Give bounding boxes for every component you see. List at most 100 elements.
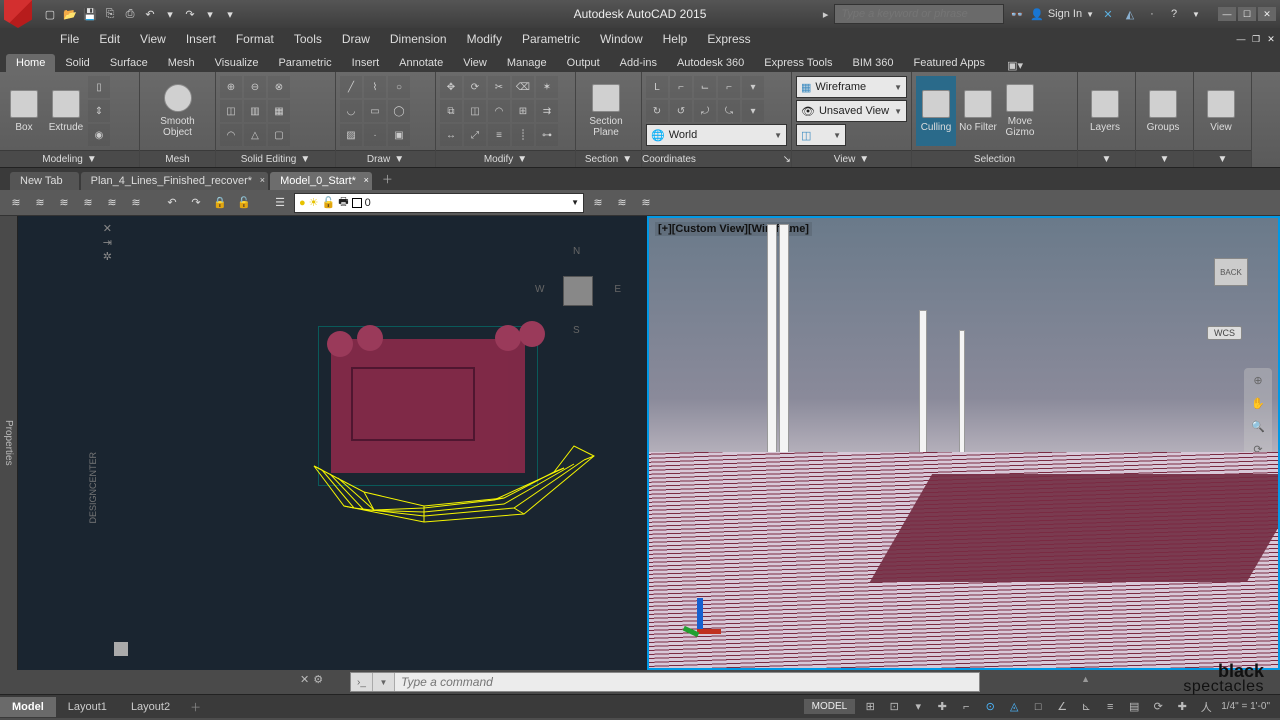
viewcube-face[interactable] xyxy=(563,276,593,306)
ellipse-icon[interactable]: ◯ xyxy=(388,100,410,122)
layerstate-icon[interactable]: ≋ xyxy=(6,193,26,213)
close-icon[interactable]: × xyxy=(260,175,265,185)
app-logo[interactable] xyxy=(4,0,32,28)
viewport-right[interactable]: [+][Custom View][Wireframe] BACK WCS ⊕ ✋… xyxy=(647,216,1280,670)
layerfrz-icon[interactable]: ≋ xyxy=(54,193,74,213)
help-drop-icon[interactable]: ▼ xyxy=(1188,6,1204,22)
qat-undo-drop-icon[interactable]: ▾ xyxy=(162,6,178,22)
infer-icon[interactable]: ▾ xyxy=(909,698,927,716)
fillet2-icon[interactable]: ◠ xyxy=(488,100,510,122)
trim-icon[interactable]: ✂ xyxy=(488,76,510,98)
viewport-left[interactable]: ✕ ⇥ ✲ DESIGNCENTER N S E W xyxy=(18,216,647,670)
wcs-badge[interactable]: WCS xyxy=(1207,326,1242,340)
minimize-button[interactable]: — xyxy=(1218,7,1236,21)
ortho-icon[interactable]: ⌐ xyxy=(957,698,975,716)
snap-icon[interactable]: ⊡ xyxy=(885,698,903,716)
ucs8-icon[interactable]: ⤾ xyxy=(694,100,716,122)
tab-addins[interactable]: Add-ins xyxy=(610,54,667,72)
tab-parametric[interactable]: Parametric xyxy=(268,54,341,72)
tab-mesh[interactable]: Mesh xyxy=(158,54,205,72)
close-button[interactable]: ✕ xyxy=(1258,7,1276,21)
layeriso-icon[interactable]: ≋ xyxy=(30,193,50,213)
menu-insert[interactable]: Insert xyxy=(176,29,226,49)
mirror-icon[interactable]: ◫ xyxy=(464,100,486,122)
command-history-icon[interactable]: ▼ xyxy=(373,673,395,691)
menu-tools[interactable]: Tools xyxy=(284,29,332,49)
imprint-icon[interactable]: ▦ xyxy=(268,100,290,122)
command-input[interactable] xyxy=(395,675,979,689)
tab-manage[interactable]: Manage xyxy=(497,54,557,72)
otrack-icon[interactable]: ⊾ xyxy=(1077,698,1095,716)
menu-edit[interactable]: Edit xyxy=(89,29,130,49)
panel-section-label[interactable]: Section xyxy=(585,154,618,165)
box-button[interactable]: Box xyxy=(4,76,44,146)
cmdline-expand-icon[interactable]: ▲ xyxy=(1081,674,1090,684)
doc-minimize-button[interactable]: — xyxy=(1234,33,1248,45)
line-icon[interactable]: ╱ xyxy=(340,76,362,98)
menu-modify[interactable]: Modify xyxy=(457,29,512,49)
file-tab-model0[interactable]: Model_0_Start*× xyxy=(270,172,372,190)
presspull-icon[interactable]: ⇕ xyxy=(88,100,110,122)
layerprops-icon[interactable]: ☰ xyxy=(270,193,290,213)
tab-home[interactable]: Home xyxy=(6,54,55,72)
qat-save-icon[interactable]: 💾 xyxy=(82,6,98,22)
explode-icon[interactable]: ✶ xyxy=(536,76,558,98)
intersect-icon[interactable]: ⊗ xyxy=(268,76,290,98)
maximize-button[interactable]: ☐ xyxy=(1238,7,1256,21)
namedview-dropdown[interactable]: 👁Unsaved View▼ xyxy=(796,100,907,122)
tab-autodesk360[interactable]: Autodesk 360 xyxy=(667,54,754,72)
align-icon[interactable]: ≡ xyxy=(488,124,510,146)
panel-draw-label[interactable]: Draw xyxy=(367,154,390,165)
scale-icon[interactable]: ⤢ xyxy=(464,124,486,146)
ucs10-icon[interactable]: ▾ xyxy=(742,100,764,122)
layerunlck-icon[interactable]: 🔓 xyxy=(234,193,254,213)
layerwalk-icon[interactable]: ↷ xyxy=(186,193,206,213)
thicken-icon[interactable]: ▥ xyxy=(244,100,266,122)
break-icon[interactable]: ┊ xyxy=(512,124,534,146)
layout-tab-layout2[interactable]: Layout2 xyxy=(119,697,182,717)
qat-redo-drop-icon[interactable]: ▾ xyxy=(202,6,218,22)
cycling-icon[interactable]: ⟳ xyxy=(1149,698,1167,716)
culling-button[interactable]: Culling xyxy=(916,76,956,146)
panel-view-label[interactable]: View xyxy=(834,154,856,165)
move-icon[interactable]: ✥ xyxy=(440,76,462,98)
viewcube[interactable]: N S E W xyxy=(533,246,623,336)
qat-open-icon[interactable]: 📂 xyxy=(62,6,78,22)
layout-tab-model[interactable]: Model xyxy=(0,697,56,717)
palette-close-icon[interactable]: ✕ xyxy=(24,222,112,236)
sectionplane-button[interactable]: Section Plane xyxy=(580,76,632,146)
search-arrow-icon[interactable]: ▸ xyxy=(823,8,829,21)
compass-e[interactable]: E xyxy=(614,284,621,295)
stretch-icon[interactable]: ↔ xyxy=(440,124,462,146)
exchange-icon[interactable]: ✕ xyxy=(1100,6,1116,22)
layermerge-icon[interactable]: ≋ xyxy=(636,193,656,213)
signin-button[interactable]: 👤 Sign In ▼ xyxy=(1030,8,1094,21)
add-tab-button[interactable]: ＋ xyxy=(374,168,401,190)
polyline-icon[interactable]: ⌇ xyxy=(364,76,386,98)
menu-window[interactable]: Window xyxy=(590,29,653,49)
arc-icon[interactable]: ◡ xyxy=(340,100,362,122)
offset-icon[interactable]: ⇉ xyxy=(536,100,558,122)
ribbon-panels-icon[interactable]: ▣▾ xyxy=(1007,59,1023,72)
slice-icon[interactable]: ◫ xyxy=(220,100,242,122)
close-icon[interactable]: × xyxy=(364,175,369,185)
3dosnap-icon[interactable]: ∠ xyxy=(1053,698,1071,716)
ucs-icon-3d[interactable] xyxy=(679,598,719,638)
panel-modify-label[interactable]: Modify xyxy=(484,154,513,165)
add-layout-button[interactable]: ＋ xyxy=(182,695,209,719)
qat-custom-icon[interactable]: ▾ xyxy=(222,6,238,22)
menu-format[interactable]: Format xyxy=(226,29,284,49)
compass-w[interactable]: W xyxy=(535,284,544,295)
transparency-icon[interactable]: ▤ xyxy=(1125,698,1143,716)
menu-view[interactable]: View xyxy=(130,29,176,49)
ucs7-icon[interactable]: ↺ xyxy=(670,100,692,122)
qat-redo-icon[interactable]: ↷ xyxy=(182,6,198,22)
model-badge[interactable]: MODEL xyxy=(804,699,856,714)
extrude-button[interactable]: Extrude xyxy=(46,76,86,146)
compass-s[interactable]: S xyxy=(573,325,580,336)
cmdline-config-icon[interactable]: ⚙ xyxy=(313,673,323,686)
menu-draw[interactable]: Draw xyxy=(332,29,380,49)
subtract-icon[interactable]: ⊖ xyxy=(244,76,266,98)
panel-solidediting-label[interactable]: Solid Editing xyxy=(241,154,297,165)
ucs6-icon[interactable]: ↻ xyxy=(646,100,668,122)
